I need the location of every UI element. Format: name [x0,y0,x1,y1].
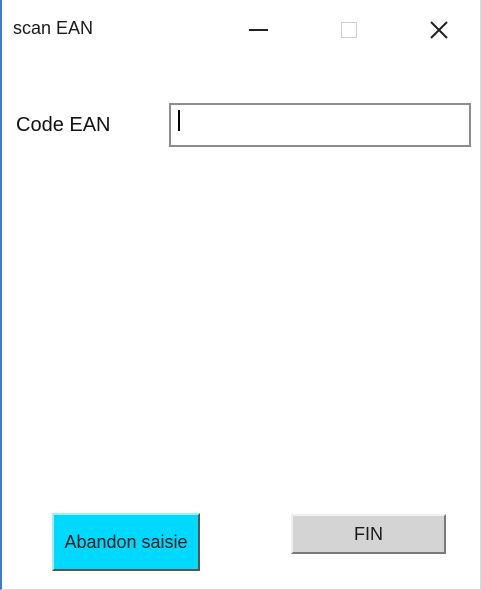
abandon-saisie-button[interactable]: Abandon saisie [52,513,200,571]
ean-code-label: Code EAN [16,114,111,136]
title-bar[interactable]: scan EAN [2,0,480,60]
abandon-saisie-label: Abandon saisie [64,531,188,552]
ean-code-input[interactable] [169,103,471,147]
close-button[interactable] [416,8,462,52]
minimize-icon [248,29,268,31]
fin-button[interactable]: FIN [291,514,446,554]
text-caret [178,110,180,131]
maximize-icon [341,22,357,38]
scan-ean-window: scan EAN Code EAN Abandon saisie FIN [0,0,481,590]
window-title: scan EAN [13,18,94,38]
fin-label: FIN [354,523,383,544]
maximize-button[interactable] [326,8,372,52]
close-icon [430,21,448,39]
minimize-button[interactable] [235,8,281,52]
